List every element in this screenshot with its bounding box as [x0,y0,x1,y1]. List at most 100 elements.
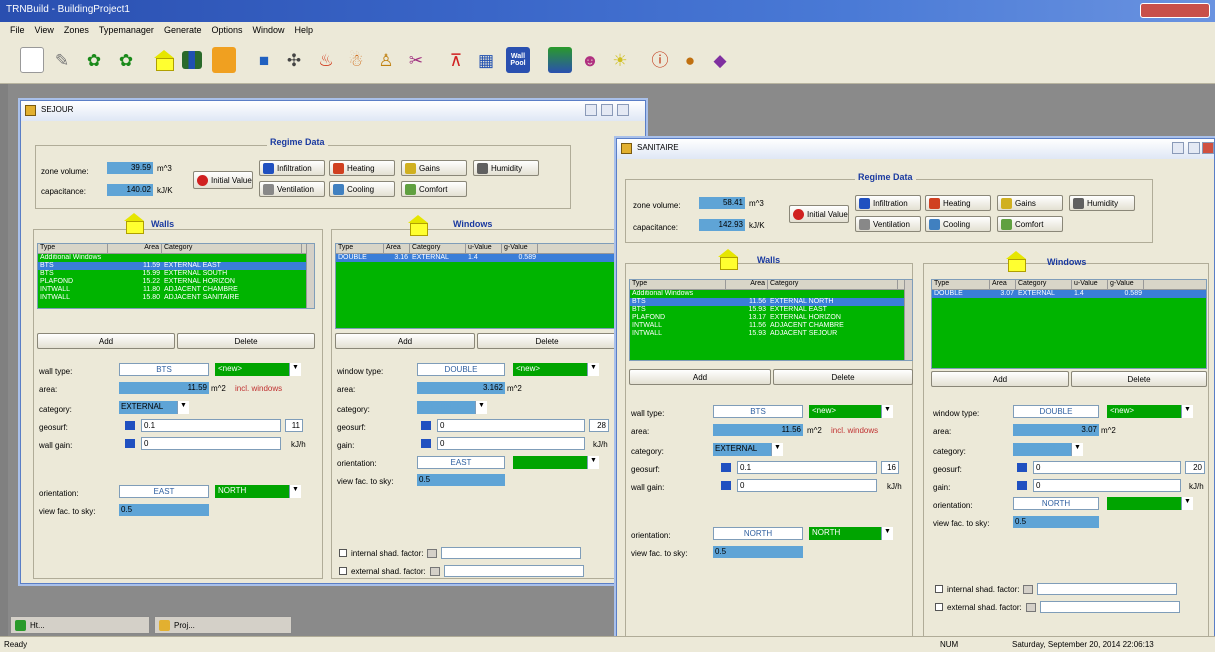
initial-values-button[interactable]: Initial Values [193,171,253,189]
window-type-dropdown[interactable]: <new> ▼ [1107,405,1193,418]
maximize-button[interactable] [601,104,613,116]
wall-gain-toggle-icon[interactable] [125,439,135,448]
table-row[interactable]: DOUBLE 3.07 EXTERNAL 1.4 0.589 [932,290,1206,298]
geosurf-toggle-icon[interactable] [125,421,135,430]
cooling-button[interactable]: Cooling [329,181,395,197]
minimized-window-2[interactable]: Proj... [154,616,292,634]
zone-volume-value[interactable]: 39.59 [107,162,153,174]
open-file-icon[interactable]: ✎ [50,47,74,73]
close-button[interactable] [1202,142,1214,154]
people-icon[interactable]: ☻ [578,47,602,73]
window-gain-field[interactable]: 0 [1033,479,1181,492]
gains-button[interactable]: Gains [401,160,467,176]
minimize-button[interactable] [585,104,597,116]
geosurf-field[interactable]: 0.1 [737,461,877,474]
window-geosurf-right-field[interactable]: 28 [589,419,609,432]
table-row[interactable]: INTWALL 15.80 ADJACENT SANITAIRE [38,294,314,302]
walls-blue-icon[interactable]: ■ [252,47,276,73]
walls-add-button[interactable]: Add [37,333,175,349]
zone-green-alt-icon[interactable]: ✿ [114,47,138,73]
windows-add-button[interactable]: Add [335,333,475,349]
table-row[interactable]: INTWALL 15.93 ADJACENT SEJOUR [630,330,912,338]
sun-icon[interactable]: ☀ [608,47,632,73]
external-shad-checkbox[interactable] [339,567,347,575]
heating-button[interactable]: Heating [329,160,395,176]
window-geosurf-toggle-icon[interactable] [1017,463,1027,472]
heating-fire-icon[interactable]: ♨ [314,47,338,73]
menu-window[interactable]: Window [253,25,285,35]
menu-typemanager[interactable]: Typemanager [99,25,154,35]
category-dropdown[interactable]: EXTERNAL ▼ [713,443,783,456]
window-geosurf-field[interactable]: 0 [1033,461,1181,474]
window-type-dropdown[interactable]: <new> ▼ [513,363,599,376]
new-file-icon[interactable] [20,47,44,73]
window-orientation-field[interactable]: EAST [417,456,505,469]
globe-icon[interactable]: ● [678,47,702,73]
window-geosurf-toggle-icon[interactable] [421,421,431,430]
window-type-field[interactable]: DOUBLE [1013,405,1099,418]
gains-button[interactable]: Gains [997,195,1063,211]
external-shad-field[interactable] [1039,601,1180,613]
external-shad-icon[interactable] [1025,602,1036,612]
infiltration-button[interactable]: Infiltration [259,160,325,176]
house-orange-icon[interactable] [212,47,236,73]
orientation-field[interactable]: EAST [119,485,209,498]
table-row[interactable]: Additional Windows [630,290,912,298]
table-row[interactable]: PLAFOND 15.22 EXTERNAL HORIZON [38,278,314,286]
windows-delete-button[interactable]: Delete [1071,371,1207,387]
table-row[interactable]: BTS 15.93 EXTERNAL EAST [630,306,912,314]
comfort-button[interactable]: Comfort [997,216,1063,232]
capacitance-value[interactable]: 142.93 [699,219,745,231]
cooling-button[interactable]: Cooling [925,216,991,232]
initial-values-button[interactable]: Initial Values [789,205,849,223]
table-row[interactable]: BTS 15.99 EXTERNAL SOUTH [38,270,314,278]
windows-list[interactable]: Type Area Category u-Value g-Value DOUBLE 3.1… [335,243,617,329]
table-row[interactable]: INTWALL 11.80 ADJACENT CHAMBRE [38,286,314,294]
zone-green-icon[interactable]: ✿ [82,47,106,73]
geosurf-field[interactable]: 0.1 [141,419,281,432]
minimized-window-1[interactable]: Ht... [10,616,150,634]
wall-type-dropdown[interactable]: <new> ▼ [809,405,893,418]
internal-shad-icon[interactable] [1023,584,1034,594]
comfort-person-icon[interactable]: ☃ [344,47,368,73]
menu-options[interactable]: Options [211,25,242,35]
window-geosurf-field[interactable]: 0 [437,419,585,432]
walls-list[interactable]: Type Area Category Additional Windows BTS 1… [629,279,913,361]
maximize-button[interactable] [1188,142,1200,154]
internal-shad-checkbox[interactable] [339,549,347,557]
comfort-button[interactable]: Comfort [401,181,467,197]
window-area-value[interactable]: 3.162 [417,382,505,394]
orientation-field[interactable]: NORTH [713,527,803,540]
capacitance-value[interactable]: 140.02 [107,184,153,196]
window-type-field[interactable]: DOUBLE [417,363,505,376]
chart-icon[interactable]: ▦ [474,47,498,73]
menu-generate[interactable]: Generate [164,25,202,35]
external-shad-checkbox[interactable] [935,603,943,611]
geosurf-toggle-icon[interactable] [721,463,731,472]
internal-shad-field[interactable] [1037,583,1178,595]
geosurf-right-field[interactable]: 11 [285,419,303,432]
window-orientation-field[interactable]: NORTH [1013,497,1099,510]
geosurf-right-field[interactable]: 16 [881,461,899,474]
menu-zones[interactable]: Zones [64,25,89,35]
orientation-icon[interactable]: ⊼ [444,47,468,73]
external-shad-icon[interactable] [429,566,440,576]
table-row[interactable]: Additional Windows [38,254,314,262]
walls-list-scrollbar[interactable] [306,244,314,308]
internal-shad-checkbox[interactable] [935,585,943,593]
internal-shad-icon[interactable] [427,548,438,558]
window-geosurf-right-field[interactable]: 20 [1185,461,1205,474]
wall-type-field[interactable]: BTS [713,405,803,418]
table-row[interactable]: INTWALL 11.56 ADJACENT CHAMBRE [630,322,912,330]
heating-button[interactable]: Heating [925,195,991,211]
window-view-fac-value[interactable]: 0.5 [417,474,505,486]
wall-gain-field[interactable]: 0 [737,479,877,492]
window-gain-toggle-icon[interactable] [421,439,431,448]
walls-delete-button[interactable]: Delete [773,369,913,385]
tools-icon[interactable]: ✂ [404,47,428,73]
close-app-button[interactable] [1140,3,1210,18]
humidity-button[interactable]: Humidity [473,160,539,176]
wall-type-dropdown[interactable]: <new> ▼ [215,363,301,376]
menu-view[interactable]: View [35,25,54,35]
infiltration-button[interactable]: Infiltration [855,195,921,211]
